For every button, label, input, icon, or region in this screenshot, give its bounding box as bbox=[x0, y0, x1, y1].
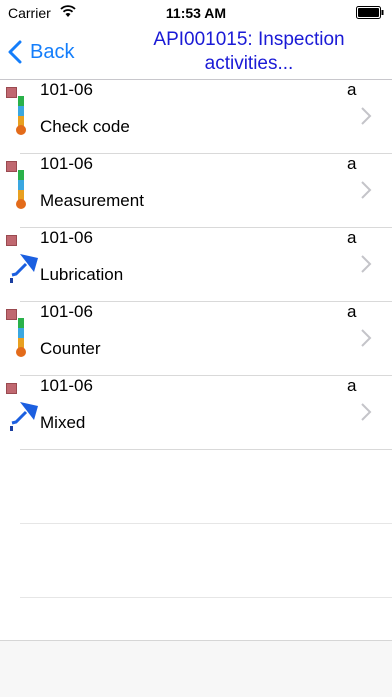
item-label: Counter bbox=[40, 339, 101, 358]
item-code: 101-06 bbox=[40, 376, 93, 395]
item-flag: a bbox=[347, 376, 357, 395]
chevron-right-icon bbox=[361, 181, 372, 199]
item-code: 101-06 bbox=[40, 80, 93, 99]
navigation-bar: Back API001015: Inspection activities... bbox=[0, 24, 392, 80]
thermometer-icon bbox=[16, 96, 26, 135]
item-flag: a bbox=[347, 228, 357, 247]
page-title: API001015: Inspection activities... bbox=[153, 29, 345, 74]
chevron-right-icon bbox=[361, 403, 372, 421]
item-code: 101-06 bbox=[40, 228, 93, 247]
back-button-label: Back bbox=[30, 40, 75, 63]
item-flag: a bbox=[347, 302, 357, 321]
list-item[interactable]: 101-06 a Measurement bbox=[6, 154, 392, 228]
chevron-right-icon bbox=[361, 107, 372, 125]
item-label: Mixed bbox=[40, 413, 86, 432]
empty-row bbox=[20, 450, 392, 524]
oil-funnel-icon bbox=[10, 402, 38, 431]
chevron-right-icon bbox=[361, 329, 372, 347]
item-code: 101-06 bbox=[40, 154, 93, 173]
list-item[interactable]: 101-06 a Mixed bbox=[6, 376, 392, 450]
thermometer-icon bbox=[16, 170, 26, 209]
item-label: Measurement bbox=[40, 191, 144, 210]
item-flag: a bbox=[347, 154, 357, 173]
status-bar: Carrier 11:53 AM bbox=[0, 0, 392, 24]
list-item[interactable]: 101-06 a Counter bbox=[6, 302, 392, 376]
thermometer-icon bbox=[16, 318, 26, 357]
back-button[interactable]: Back bbox=[8, 34, 74, 70]
item-code: 101-06 bbox=[40, 302, 93, 321]
item-label: Lubrication bbox=[40, 265, 124, 284]
inspection-activity-list: 101-06 a Check code 101-06 a Measurement… bbox=[0, 80, 392, 598]
battery-icon bbox=[356, 6, 384, 19]
list-item[interactable]: 101-06 a Check code bbox=[6, 80, 392, 154]
list-item[interactable]: 101-06 a Lubrication bbox=[6, 228, 392, 302]
status-time: 11:53 AM bbox=[165, 5, 227, 21]
chevron-left-icon bbox=[8, 40, 22, 64]
item-label: Check code bbox=[40, 117, 130, 136]
empty-row bbox=[20, 524, 392, 598]
oil-funnel-icon bbox=[10, 254, 38, 283]
bottom-toolbar bbox=[0, 640, 392, 697]
item-flag: a bbox=[347, 80, 357, 99]
chevron-right-icon bbox=[361, 255, 372, 273]
